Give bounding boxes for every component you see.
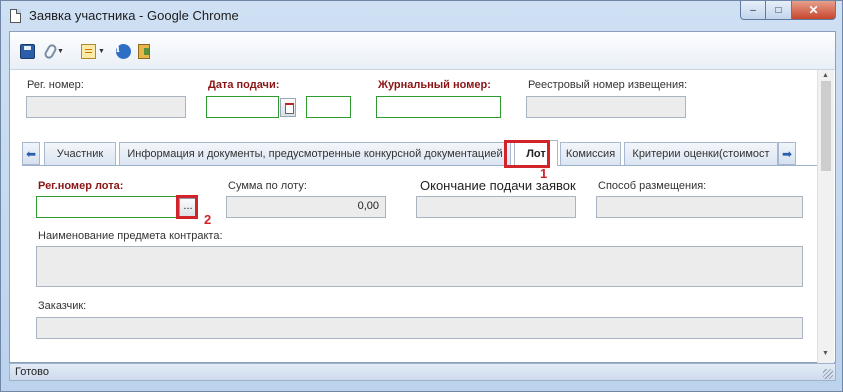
window-controls: ‒ □ ✕ — [740, 1, 836, 21]
submission-end-label: Окончание подачи заявок — [420, 178, 576, 193]
maximize-button[interactable]: □ — [766, 1, 792, 20]
calendar-icon[interactable] — [280, 98, 296, 117]
save-icon — [20, 43, 35, 59]
info-button[interactable]: i — [116, 43, 131, 59]
dropdown-arrow-icon: ▼ — [57, 47, 64, 55]
reg-number-field — [26, 96, 186, 118]
tab-commission[interactable]: Комиссия — [560, 142, 621, 165]
tab-strip: ⬅ Участник Информация и документы, преду… — [22, 140, 817, 166]
submit-time-input[interactable] — [306, 96, 351, 118]
scrollbar-thumb[interactable] — [821, 81, 831, 171]
status-bar: Готово — [9, 363, 836, 381]
submission-end-clip: Окончание подачи заявок — [418, 176, 596, 194]
exit-icon — [138, 43, 150, 59]
registry-notice-field — [526, 96, 686, 118]
header-form: Рег. номер: Дата подачи: Журнальный номе… — [10, 70, 818, 132]
submit-date-label: Дата подачи: — [208, 79, 280, 91]
lot-sum-label: Сумма по лоту: — [228, 180, 307, 192]
customer-field — [36, 317, 803, 339]
reg-number-label: Рег. номер: — [27, 79, 84, 91]
vertical-scrollbar[interactable]: ▲ ▼ — [817, 70, 834, 363]
submission-end-field — [416, 196, 576, 218]
dropdown-arrow-icon: ▼ — [98, 47, 105, 55]
attach-icon — [42, 42, 59, 60]
tab-info-documents[interactable]: Информация и документы, предусмотренные … — [119, 142, 511, 165]
window-title: Заявка участника - Google Chrome — [29, 8, 239, 23]
journal-number-input[interactable] — [376, 96, 501, 118]
placement-method-label: Способ размещения: — [598, 180, 707, 192]
resize-grip-icon[interactable] — [823, 369, 833, 379]
info-icon: i — [116, 43, 131, 59]
tab-scroll-right-icon[interactable]: ➡ — [778, 142, 796, 165]
form-content: ▼ ▼ i Рег. номер: Дата подачи: Журнальны… — [9, 31, 836, 363]
annotation-marker-2: 2 — [204, 212, 212, 227]
exit-button[interactable] — [138, 43, 150, 59]
title-bar: Заявка участника - Google Chrome ‒ □ ✕ — [1, 1, 842, 31]
tab-scroll-left-icon[interactable]: ⬅ — [22, 142, 40, 165]
placement-method-field — [596, 196, 803, 218]
highlight-box-lot-tab — [504, 140, 550, 168]
document-icon — [81, 43, 96, 59]
registry-notice-label: Реестровый номер извещения: — [528, 79, 688, 91]
lot-sum-field: 0,00 — [226, 196, 386, 218]
reg-lot-number-input[interactable] — [36, 196, 178, 218]
tab-evaluation-criteria[interactable]: Критерии оценки(стоимост — [624, 142, 778, 165]
tab-participant[interactable]: Участник — [44, 142, 116, 165]
scroll-up-icon[interactable]: ▲ — [822, 72, 829, 79]
page-icon — [10, 9, 21, 23]
save-button[interactable] — [20, 43, 35, 59]
highlight-box-lot-button — [176, 195, 198, 219]
close-button[interactable]: ✕ — [792, 1, 836, 20]
contract-subject-field — [36, 246, 803, 287]
attach-button[interactable]: ▼ — [42, 42, 64, 60]
submit-date-input[interactable] — [206, 96, 279, 118]
customer-label: Заказчик: — [38, 300, 87, 312]
contract-subject-label: Наименование предмета контракта: — [38, 230, 223, 242]
reg-lot-number-label: Рег.номер лота: — [38, 180, 124, 192]
scroll-down-icon[interactable]: ▼ — [822, 350, 829, 357]
toolbar: ▼ ▼ i — [10, 32, 835, 70]
document-button[interactable]: ▼ — [81, 43, 105, 59]
minimize-button[interactable]: ‒ — [740, 1, 766, 20]
browser-window: Заявка участника - Google Chrome ‒ □ ✕ ▼… — [0, 0, 843, 392]
journal-number-label: Журнальный номер: — [378, 79, 491, 91]
status-text: Готово — [15, 366, 49, 378]
